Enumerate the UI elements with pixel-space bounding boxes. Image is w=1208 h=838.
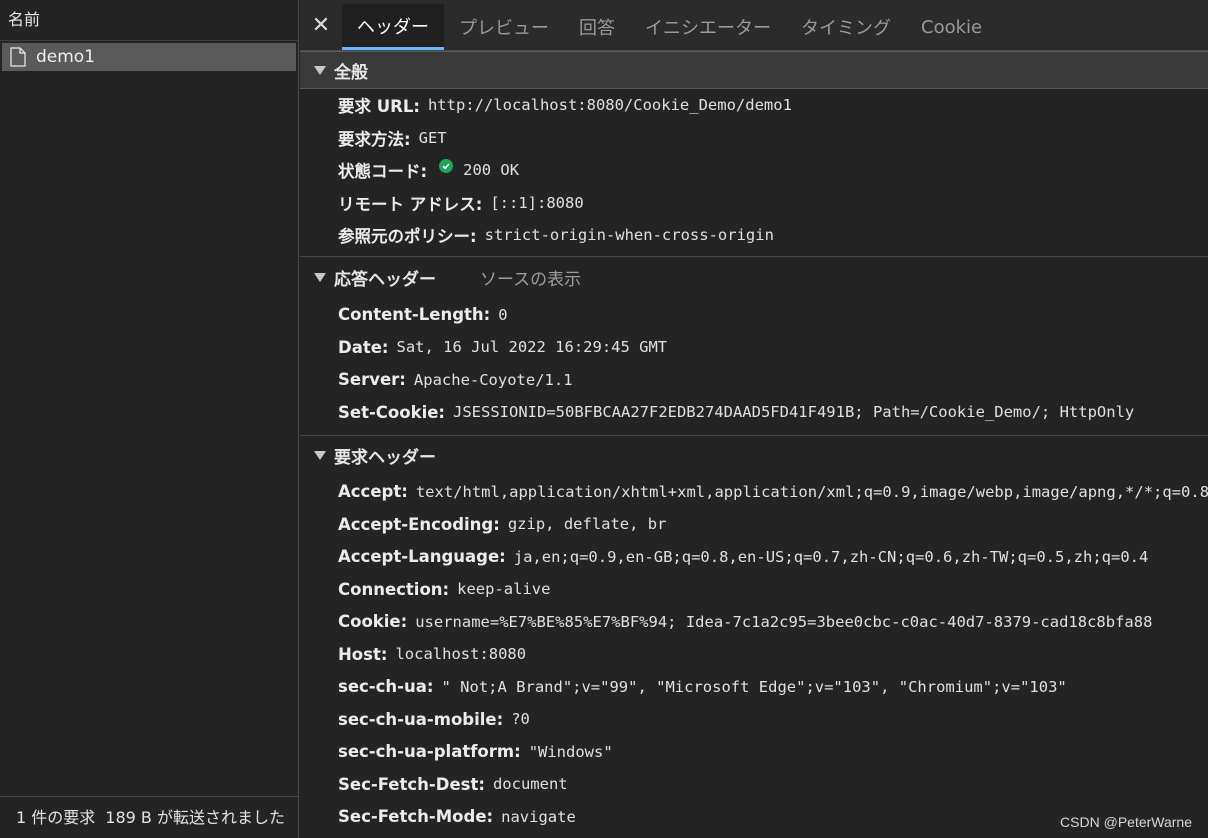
- header-value: navigate: [501, 807, 576, 826]
- request-headers-title: 要求ヘッダー: [334, 448, 436, 468]
- header-value: strict-origin-when-cross-origin: [484, 226, 774, 245]
- request-header-row: sec-ch-ua-mobile: ?0: [300, 703, 1208, 736]
- header-key: Accept-Encoding:: [338, 514, 500, 534]
- details-tabbar: ✕ ヘッダー プレビュー 回答 イニシエーター タイミング Cookie: [300, 0, 1208, 51]
- header-key: 状態コード:: [338, 162, 428, 182]
- header-key: Accept-Language:: [338, 547, 506, 567]
- tab-cookies[interactable]: Cookie: [906, 4, 997, 50]
- response-header-row: Date: Sat, 16 Jul 2022 16:29:45 GMT: [300, 331, 1208, 364]
- request-header-row: Accept-Encoding: gzip, deflate, br: [300, 508, 1208, 541]
- header-value: "Windows": [528, 742, 613, 761]
- request-headers-section-header[interactable]: 要求ヘッダー: [300, 436, 1208, 476]
- header-key: 参照元のポリシー:: [338, 227, 477, 247]
- header-key: Set-Cookie:: [338, 402, 446, 422]
- general-row: 参照元のポリシー: strict-origin-when-cross-origin: [300, 219, 1208, 252]
- transfer-size: 189 B が転送されました: [105, 808, 285, 827]
- details-panel: ✕ ヘッダー プレビュー 回答 イニシエーター タイミング Cookie 全般 …: [300, 0, 1208, 838]
- header-key: リモート アドレス:: [338, 194, 483, 214]
- request-count: 1 件の要求: [16, 808, 96, 827]
- header-key: 要求 URL:: [338, 97, 420, 117]
- header-key: Host:: [338, 644, 388, 664]
- network-summary: 1 件の要求 189 B が転送されました: [0, 796, 298, 838]
- request-header-row: Connection: keep-alive: [300, 573, 1208, 606]
- request-headers-section: Accept: text/html,application/xhtml+xml,a…: [300, 476, 1208, 834]
- header-value: Apache-Coyote/1.1: [413, 370, 573, 389]
- response-headers-section-header[interactable]: 応答ヘッダー ソースの表示: [300, 257, 1208, 299]
- request-header-row: Sec-Fetch-Dest: document: [300, 768, 1208, 801]
- header-key: Sec-Fetch-Dest:: [338, 774, 485, 794]
- request-name: demo1: [36, 47, 96, 67]
- triangle-down-icon: [314, 65, 326, 75]
- general-section: 要求 URL: http://localhost:8080/Cookie_Demo…: [300, 89, 1208, 252]
- header-value: 200 OK: [463, 161, 520, 180]
- triangle-down-icon: [314, 451, 326, 460]
- header-key: Cookie:: [338, 612, 408, 632]
- header-value: text/html,application/xhtml+xml,applicat…: [415, 482, 1208, 501]
- header-value: document: [492, 775, 568, 794]
- request-header-row: Accept: text/html,application/xhtml+xml,a…: [300, 476, 1208, 509]
- general-row: 要求方法: GET: [300, 122, 1208, 155]
- view-source-link[interactable]: ソースの表示: [480, 265, 581, 290]
- header-key: 要求方法:: [338, 129, 411, 149]
- header-value: GET: [418, 128, 447, 147]
- request-header-row: sec-ch-ua: " Not;A Brand";v="99", "Micros…: [300, 671, 1208, 704]
- header-value: ja,en;q=0.9,en-GB;q=0.8,en-US;q=0.7,zh-C…: [513, 547, 1149, 566]
- header-value: keep-alive: [457, 580, 551, 599]
- request-header-row: Cookie: username=%E7%BE%85%E7%BF%94; Idea…: [300, 606, 1208, 639]
- header-value: ?0: [511, 710, 530, 729]
- header-key: Server:: [338, 370, 406, 390]
- tab-response[interactable]: 回答: [564, 4, 630, 50]
- tab-preview[interactable]: プレビュー: [444, 4, 564, 50]
- response-header-row: Server: Apache-Coyote/1.1: [300, 364, 1208, 397]
- triangle-down-icon: [314, 273, 326, 282]
- tab-headers[interactable]: ヘッダー: [342, 4, 444, 50]
- file-icon: [10, 43, 32, 71]
- watermark: CSDN @PeterWarne: [1060, 814, 1192, 830]
- header-value: Sat, 16 Jul 2022 16:29:45 GMT: [396, 338, 668, 357]
- general-row: 要求 URL: http://localhost:8080/Cookie_Demo…: [300, 89, 1208, 122]
- general-row: リモート アドレス: [::1]:8080: [300, 187, 1208, 220]
- name-column-header[interactable]: 名前: [0, 0, 298, 41]
- tab-initiator[interactable]: イニシエーター: [630, 4, 786, 50]
- header-value: [::1]:8080: [490, 193, 584, 212]
- header-value: " Not;A Brand";v="99", "Microsoft Edge";…: [441, 677, 1067, 696]
- response-headers-section: Content-Length: 0 Date: Sat, 16 Jul 2022 1…: [300, 299, 1208, 429]
- header-key: Connection:: [338, 579, 450, 599]
- request-header-row: Accept-Language: ja,en;q=0.9,en-GB;q=0.8,…: [300, 541, 1208, 574]
- general-row: 状態コード: 200 OK: [300, 154, 1208, 187]
- check-circle-icon: [439, 159, 454, 174]
- header-key: sec-ch-ua-platform:: [338, 742, 521, 762]
- header-key: Sec-Fetch-Mode:: [338, 807, 494, 827]
- tab-timing[interactable]: タイミング: [786, 4, 906, 50]
- header-value: JSESSIONID=50BFBCAA27F2EDB274DAAD5FD41F4…: [453, 403, 1135, 422]
- response-header-row: Set-Cookie: JSESSIONID=50BFBCAA27F2EDB274…: [300, 396, 1208, 429]
- close-icon[interactable]: ✕: [300, 0, 342, 50]
- request-list-panel: 名前 demo1 1 件の要求 189 B が転送されました: [0, 0, 299, 838]
- header-key: Date:: [338, 337, 389, 357]
- request-header-row: Host: localhost:8080: [300, 638, 1208, 671]
- header-value: gzip, deflate, br: [507, 515, 667, 534]
- header-value: http://localhost:8080/Cookie_Demo/demo1: [427, 96, 792, 115]
- header-value: 0: [498, 305, 508, 324]
- response-header-row: Content-Length: 0: [300, 299, 1208, 332]
- header-key: sec-ch-ua:: [338, 677, 434, 697]
- header-key: Content-Length:: [338, 305, 491, 325]
- general-section-header[interactable]: 全般: [300, 51, 1208, 89]
- header-key: Accept:: [338, 482, 408, 502]
- request-header-row: sec-ch-ua-platform: "Windows": [300, 736, 1208, 769]
- response-headers-title: 応答ヘッダー: [334, 270, 436, 290]
- header-value: username=%E7%BE%85%E7%BF%94; Idea-7c1a2c…: [415, 612, 1153, 631]
- request-row-demo1[interactable]: demo1: [2, 43, 296, 71]
- header-value: localhost:8080: [395, 645, 527, 664]
- header-key: sec-ch-ua-mobile:: [338, 709, 504, 729]
- general-section-title: 全般: [334, 62, 368, 83]
